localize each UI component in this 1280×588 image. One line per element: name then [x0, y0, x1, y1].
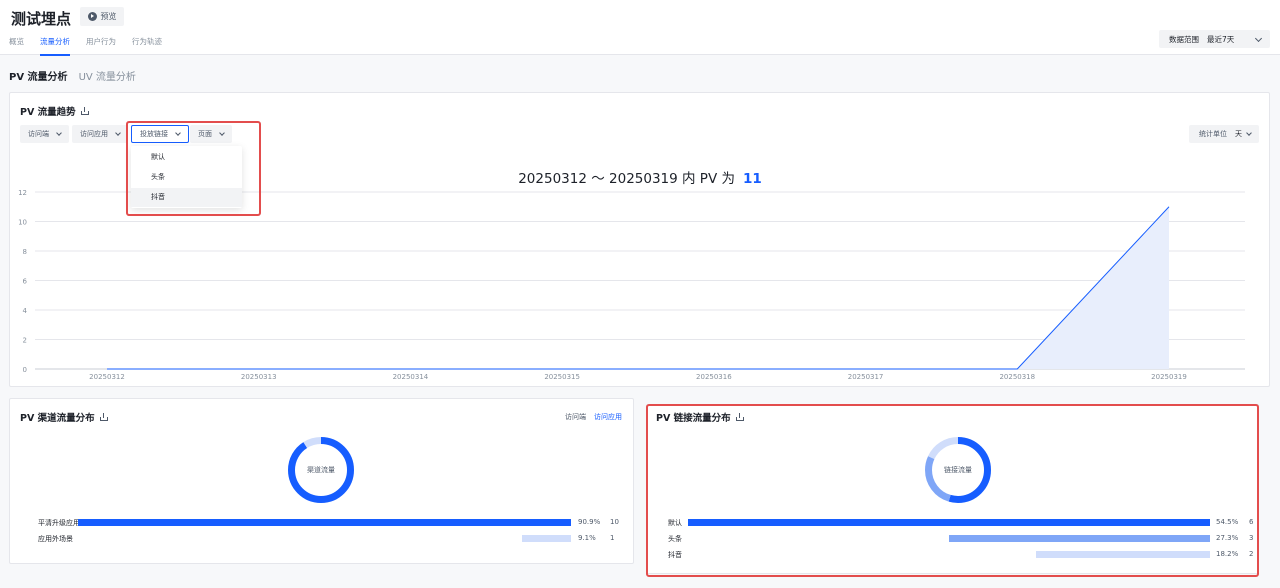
pv-link-title-text: PV 链接流量分布: [656, 413, 731, 424]
link-row-count: 6: [1249, 518, 1254, 526]
channel-row-bar: [78, 519, 571, 526]
y-tick-label: 0: [23, 366, 27, 374]
y-tick-label: 2: [23, 337, 27, 345]
download-icon[interactable]: [735, 413, 744, 421]
link-row-percent: 54.5%: [1216, 518, 1239, 526]
link-dropdown-menu: 默认 头条 抖音: [131, 146, 242, 208]
link-row-percent: 18.2%: [1216, 550, 1239, 558]
channel-row-label: 应用外场景: [38, 535, 73, 543]
toggle-app[interactable]: 访问应用: [594, 412, 622, 422]
y-tick-label: 4: [23, 307, 28, 315]
x-tick-label: 20250315: [544, 373, 580, 381]
dropdown-option-default[interactable]: 默认: [131, 148, 242, 167]
link-row-bar: [948, 535, 1210, 542]
y-tick-label: 6: [23, 278, 28, 286]
x-tick-label: 20250317: [848, 373, 884, 381]
series-line: [107, 206, 1170, 370]
link-row-percent: 27.3%: [1216, 534, 1239, 542]
channel-donut-label: 渠道流量: [307, 466, 335, 474]
channel-row-bar: [521, 535, 571, 542]
x-tick-label: 20250319: [1151, 373, 1187, 381]
y-tick-label: 12: [18, 189, 27, 197]
pv-channel-title: PV 渠道流量分布: [20, 410, 108, 424]
link-donut-label: 链接流量: [944, 466, 972, 474]
download-icon[interactable]: [99, 413, 108, 421]
pv-link-title: PV 链接流量分布: [656, 410, 744, 424]
channel-row-count: 1: [610, 534, 615, 542]
link-row-count: 3: [1249, 534, 1254, 542]
channel-row-label: 平清升级应用: [38, 519, 80, 527]
link-row-label: 默认: [668, 519, 682, 527]
link-row-count: 2: [1249, 550, 1254, 558]
x-tick-label: 20250314: [393, 373, 429, 381]
x-tick-label: 20250318: [999, 373, 1035, 381]
y-tick-label: 8: [23, 248, 27, 256]
dropdown-option-douyin[interactable]: 抖音: [131, 188, 242, 207]
dropdown-option-toutiao[interactable]: 头条: [131, 168, 242, 187]
link-row-bar: [688, 519, 1210, 526]
x-tick-label: 20250312: [89, 373, 125, 381]
link-row-label: 头条: [668, 535, 682, 543]
pv-channel-title-text: PV 渠道流量分布: [20, 413, 95, 424]
toggle-client[interactable]: 访问端: [565, 412, 586, 422]
channel-row-percent: 9.1%: [578, 534, 596, 542]
link-row-bar: [1035, 551, 1210, 558]
channel-row-count: 10: [610, 518, 619, 526]
x-tick-label: 20250313: [241, 373, 277, 381]
series-area: [107, 206, 1169, 369]
channel-row-percent: 90.9%: [578, 518, 601, 526]
y-tick-label: 10: [18, 219, 27, 227]
x-tick-label: 20250316: [696, 373, 732, 381]
link-row-label: 抖音: [668, 551, 682, 559]
